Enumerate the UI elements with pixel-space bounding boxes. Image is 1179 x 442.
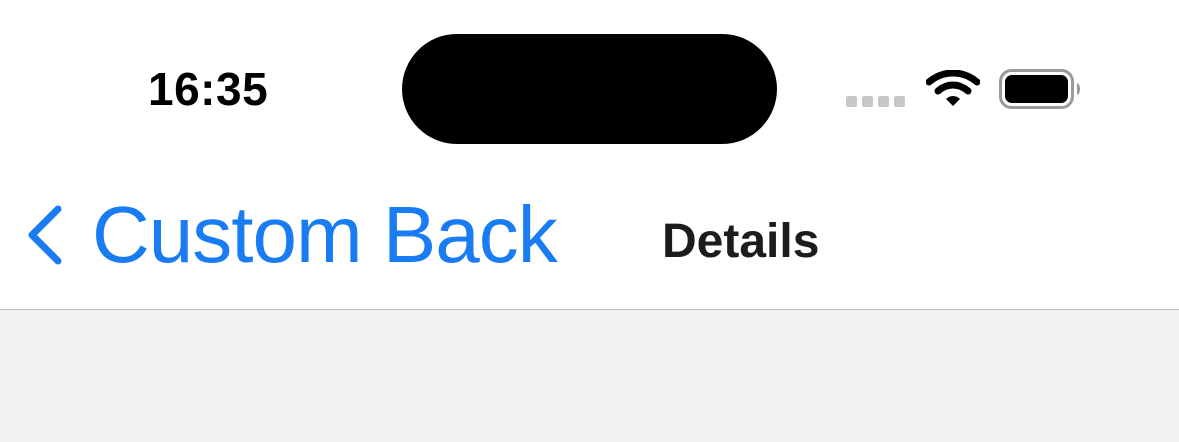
battery-icon (999, 69, 1080, 109)
status-time: 16:35 (148, 63, 269, 115)
content-area (0, 310, 1179, 442)
back-button[interactable]: Custom Back (22, 190, 558, 280)
status-bar: 16:35 (0, 0, 1179, 160)
wifi-icon (926, 70, 980, 106)
navigation-bar: Custom Back Details (0, 160, 1179, 310)
cellular-signal-icon (846, 96, 906, 108)
chevron-left-icon (28, 205, 62, 265)
back-button-label: Custom Back (92, 190, 558, 279)
dynamic-island (402, 34, 777, 144)
page-title: Details (662, 215, 820, 268)
